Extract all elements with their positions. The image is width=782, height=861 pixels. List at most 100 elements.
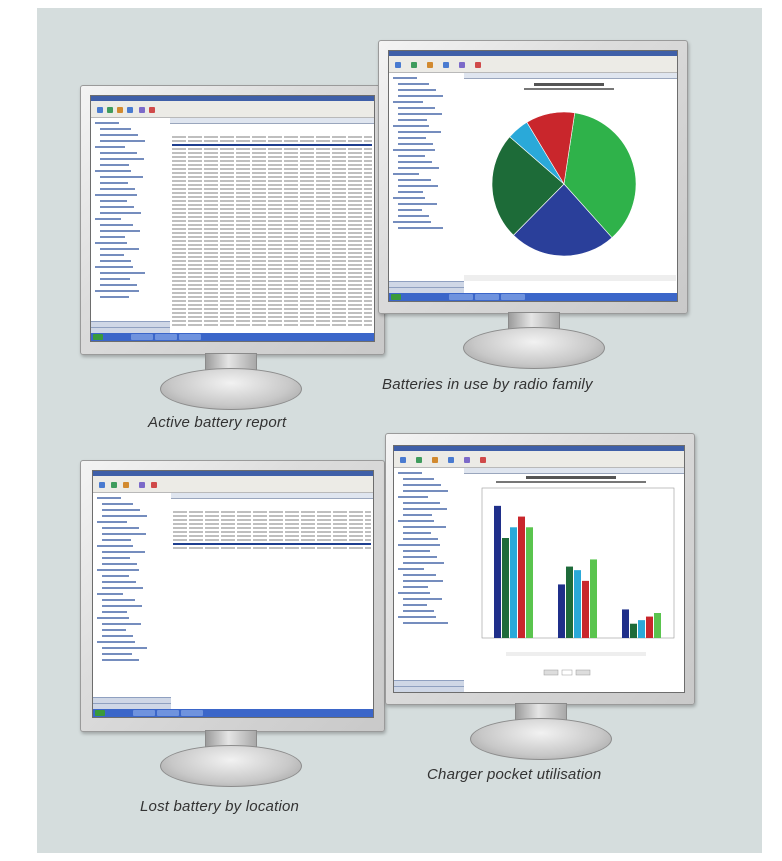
tree-item[interactable] [393,125,429,127]
tree-item[interactable] [97,617,129,619]
toolbar-icon[interactable] [395,62,401,68]
tree-item[interactable] [102,605,142,607]
taskbar-item[interactable] [181,710,203,716]
tree-item[interactable] [97,593,123,595]
table-row[interactable] [172,204,372,206]
tree-item[interactable] [398,131,441,133]
toolbar-icon[interactable] [475,62,481,68]
start-button[interactable] [93,334,103,340]
tree-item[interactable] [403,604,427,606]
table-row[interactable] [172,308,372,310]
toolbar-icon[interactable] [464,457,470,463]
toolbar-icon[interactable] [411,62,417,68]
table-row[interactable] [172,304,372,306]
tree-item[interactable] [102,503,133,505]
table-row[interactable] [173,519,371,521]
tree-item[interactable] [403,484,441,486]
table-row[interactable] [172,196,372,198]
table-row[interactable] [172,176,372,178]
tree-item[interactable] [100,254,124,256]
table-row[interactable] [172,316,372,318]
tree-item[interactable] [100,164,129,166]
table-row[interactable] [172,272,372,274]
tree-item[interactable] [95,122,119,124]
table-row[interactable] [173,535,371,537]
table-row[interactable] [172,160,372,162]
table-row[interactable] [172,140,372,142]
table-row[interactable] [172,156,372,158]
table-row[interactable] [173,543,371,545]
table-row[interactable] [172,260,372,262]
tree-item[interactable] [398,191,423,193]
tree-item[interactable] [403,598,442,600]
tree-item[interactable] [100,140,145,142]
tree-item[interactable] [403,538,438,540]
tree-item[interactable] [102,551,145,553]
tree-footer[interactable] [394,686,464,692]
start-button[interactable] [95,710,105,716]
toolbar-icon[interactable] [400,457,406,463]
tree-item[interactable] [102,533,146,535]
tree-item[interactable] [398,155,425,157]
tree-item[interactable] [403,526,446,528]
tree-item[interactable] [100,272,145,274]
tree-item[interactable] [102,647,147,649]
tree-item[interactable] [97,521,127,523]
table-row[interactable] [172,188,372,190]
tree-item[interactable] [398,95,443,97]
taskbar-item[interactable] [475,294,499,300]
tree-item[interactable] [403,580,443,582]
tree-item[interactable] [100,278,130,280]
table-row[interactable] [172,320,372,322]
tree-item[interactable] [102,575,129,577]
toolbar-icon[interactable] [111,482,117,488]
toolbar-icon[interactable] [139,107,145,113]
tree-item[interactable] [102,539,131,541]
tree-item[interactable] [102,659,139,661]
taskbar-item[interactable] [133,710,155,716]
table-row[interactable] [172,220,372,222]
table-row[interactable] [172,152,372,154]
tree-item[interactable] [102,581,136,583]
tree-item[interactable] [403,574,436,576]
toolbar-icon[interactable] [123,482,129,488]
tree-item[interactable] [398,215,429,217]
tree-item[interactable] [403,562,444,564]
taskbar-item[interactable] [179,334,201,340]
toolbar-icon[interactable] [117,107,123,113]
table-row[interactable] [172,280,372,282]
tree-item[interactable] [398,472,422,474]
tree-item[interactable] [95,170,131,172]
tree-item[interactable] [393,173,419,175]
table-row[interactable] [172,180,372,182]
tree-item[interactable] [398,161,432,163]
tree-item[interactable] [102,611,127,613]
toolbar-icon[interactable] [416,457,422,463]
toolbar-icon[interactable] [443,62,449,68]
toolbar-icon[interactable] [127,107,133,113]
table-row[interactable] [173,515,371,517]
tree-item[interactable] [102,635,133,637]
toolbar-icon[interactable] [149,107,155,113]
tree-item[interactable] [398,520,434,522]
tree-item[interactable] [398,137,426,139]
table-row[interactable] [173,511,371,513]
table-row[interactable] [172,168,372,170]
table-row[interactable] [172,264,372,266]
table-row[interactable] [172,236,372,238]
tree-item[interactable] [403,478,434,480]
tree-item[interactable] [403,622,448,624]
table-row[interactable] [172,244,372,246]
tree-item[interactable] [398,616,436,618]
table-row[interactable] [172,292,372,294]
start-button[interactable] [391,294,401,300]
table-row[interactable] [172,256,372,258]
report-tabs[interactable] [171,493,373,499]
tree-item[interactable] [97,545,133,547]
table-row[interactable] [172,232,372,234]
tree-item[interactable] [95,194,137,196]
tree-item[interactable] [398,544,440,546]
tree-item[interactable] [393,221,431,223]
table-row[interactable] [172,248,372,250]
tree-item[interactable] [403,550,430,552]
